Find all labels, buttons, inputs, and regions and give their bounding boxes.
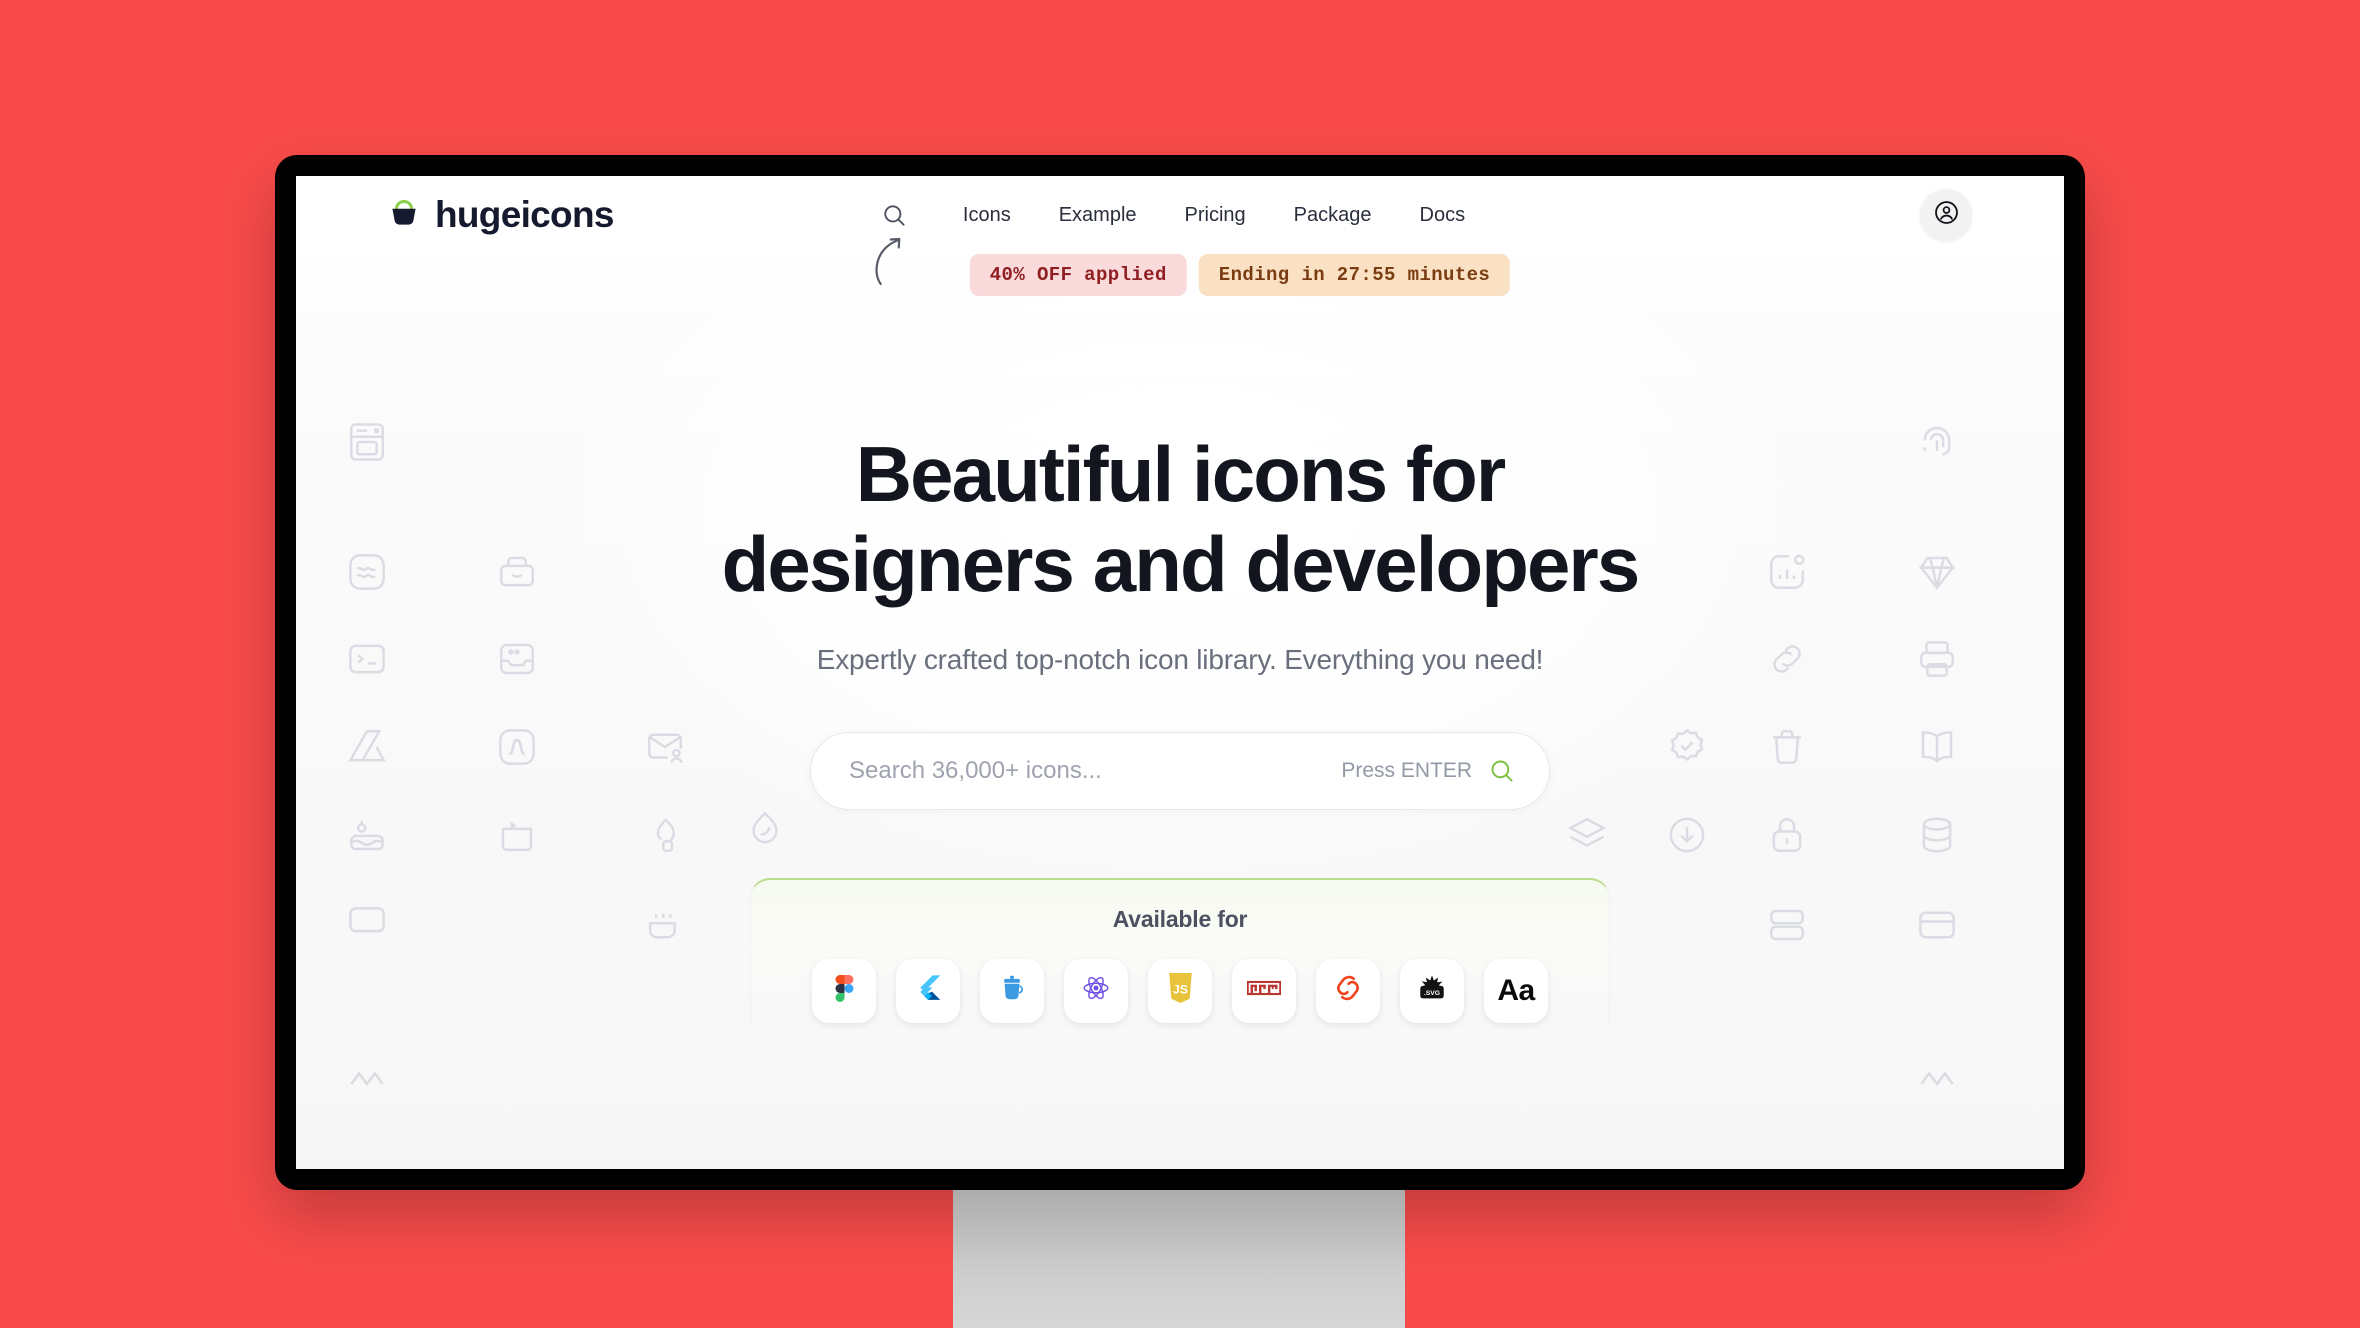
javascript-icon: JS	[1167, 973, 1194, 1008]
page-subtitle: Expertly crafted top-notch icon library.…	[816, 643, 1544, 675]
monitor: hugeicons Icons Example Pricing Package …	[275, 155, 2085, 1190]
svg-icon: .SVG	[1416, 973, 1448, 1008]
hero-section: Beautiful icons for designers and develo…	[296, 254, 2064, 1169]
brand-logo[interactable]: hugeicons	[386, 194, 614, 236]
platform-tile-svg[interactable]: .SVG	[1400, 958, 1464, 1023]
platform-tile-svelte[interactable]	[1316, 958, 1380, 1023]
platform-list: JS .SVG Aa	[751, 958, 1609, 1023]
available-for-title: Available for	[1112, 905, 1248, 932]
search-box[interactable]: Press ENTER	[810, 731, 1550, 810]
monitor-stand	[953, 1190, 1405, 1328]
account-button[interactable]	[1920, 189, 1972, 241]
page-title: Beautiful icons for designers and develo…	[721, 429, 1641, 610]
headline-line-2: designers and developers	[721, 520, 1641, 609]
svg-text:JS: JS	[1173, 983, 1188, 997]
flutter-icon	[914, 974, 943, 1008]
promo-banner: 40% OFF applied Ending in 27:55 minutes	[850, 237, 1511, 296]
available-for-panel: Available for JS .SVG Aa	[750, 877, 1610, 1023]
jar-icon	[998, 974, 1026, 1007]
bucket-logo-icon	[386, 195, 422, 236]
nav-link-package[interactable]: Package	[1270, 194, 1396, 237]
nav-link-docs[interactable]: Docs	[1396, 194, 1490, 237]
main-nav: Icons Example Pricing Package Docs	[871, 192, 1489, 238]
npm-icon	[1247, 980, 1281, 1001]
nav-link-icons[interactable]: Icons	[939, 194, 1035, 237]
platform-tile-figma[interactable]	[812, 958, 876, 1023]
platform-tile-react[interactable]	[1064, 958, 1128, 1023]
search-input[interactable]	[849, 756, 1342, 785]
font-aa-icon: Aa	[1497, 973, 1535, 1007]
platform-tile-flutter[interactable]	[896, 958, 960, 1023]
curved-arrow-up-icon	[872, 232, 908, 293]
platform-tile-font[interactable]: Aa	[1484, 958, 1548, 1023]
screen: hugeicons Icons Example Pricing Package …	[296, 176, 2064, 1169]
platform-tile-javascript[interactable]: JS	[1148, 958, 1212, 1023]
search-hint: Press ENTER	[1341, 758, 1472, 782]
svelte-icon	[1334, 974, 1362, 1007]
platform-tile-npm[interactable]	[1232, 958, 1296, 1023]
nav-link-example[interactable]: Example	[1035, 194, 1161, 237]
brand-name: hugeicons	[435, 194, 614, 235]
site-header: hugeicons Icons Example Pricing Package …	[296, 176, 2064, 254]
svg-text:.SVG: .SVG	[1424, 990, 1440, 997]
countdown-badge: Ending in 27:55 minutes	[1198, 254, 1511, 296]
platform-tile-jar[interactable]	[980, 958, 1044, 1023]
user-circle-icon	[1933, 199, 1960, 231]
react-icon	[1081, 973, 1111, 1008]
discount-badge: 40% OFF applied	[969, 254, 1187, 296]
nav-link-pricing[interactable]: Pricing	[1161, 194, 1270, 237]
headline-line-1: Beautiful icons for	[855, 430, 1507, 518]
figma-icon	[831, 974, 858, 1007]
search-submit-icon[interactable]	[1488, 757, 1515, 784]
